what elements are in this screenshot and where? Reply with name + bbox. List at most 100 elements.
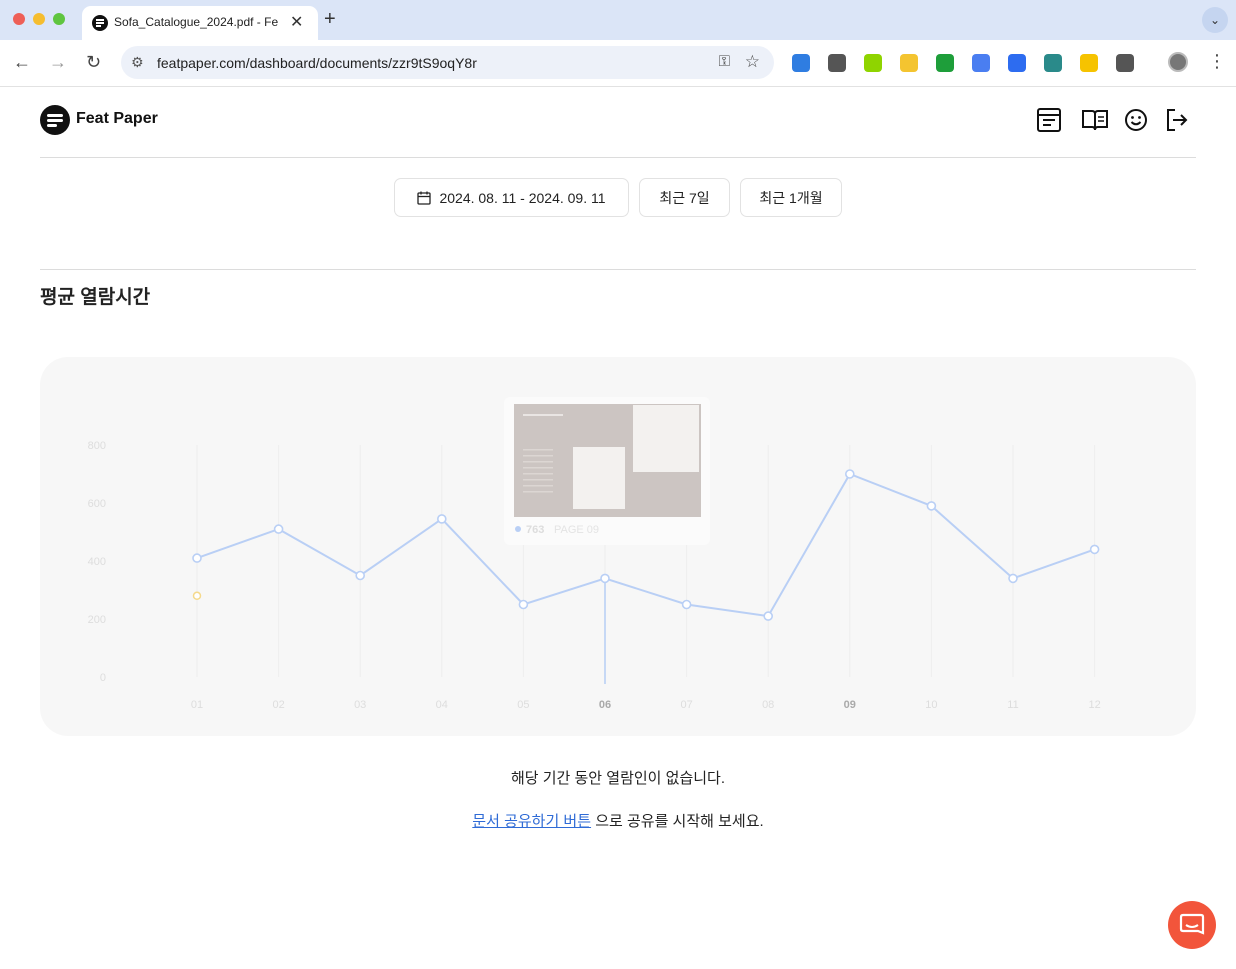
brand-name[interactable]: Feat Paper	[76, 110, 158, 128]
featpaper-logo-icon[interactable]	[40, 105, 70, 135]
thumbnail-text-line	[523, 455, 553, 457]
new-tab-icon[interactable]: +	[324, 8, 336, 31]
thumbnail-text-line	[523, 491, 553, 493]
forward-icon[interactable]: →	[49, 52, 67, 73]
x-tick-label: 01	[191, 699, 203, 711]
url-text: featpaper.com/dashboard/documents/zzr9tS…	[157, 55, 477, 71]
section-divider	[40, 269, 1196, 270]
back-icon[interactable]: ←	[13, 52, 31, 73]
featpaper-favicon-icon	[92, 15, 108, 31]
last-month-label: 최근 1개월	[759, 189, 823, 206]
extension-teal-icon[interactable]	[1044, 54, 1062, 72]
date-range-label: 2024. 08. 11 - 2024. 09. 11	[439, 189, 606, 206]
x-tick-label: 05	[517, 699, 529, 711]
header-divider	[40, 157, 1196, 158]
chat-icon	[1179, 913, 1205, 935]
tooltip-value: 763	[526, 524, 544, 536]
share-document-link[interactable]: 문서 공유하기 버튼	[472, 813, 591, 830]
thumbnail-text-line	[523, 461, 553, 463]
smile-icon[interactable]	[1124, 107, 1148, 133]
book-icon[interactable]	[1081, 107, 1109, 133]
share-prompt: 문서 공유하기 버튼 으로 공유를 시작해 보세요.	[0, 810, 1236, 831]
section-title: 평균 열람시간	[40, 287, 151, 308]
page-tooltip: 763 PAGE 09	[504, 397, 710, 545]
data-point	[355, 570, 366, 581]
browser-toolbar: ← → ↻ ⚙ featpaper.com/dashboard/document…	[0, 40, 1236, 87]
reload-icon[interactable]: ↻	[86, 52, 101, 73]
chat-support-button[interactable]	[1168, 901, 1216, 949]
document-list-icon[interactable]	[1037, 107, 1061, 133]
share-prompt-suffix: 으로 공유를 시작해 보세요.	[591, 813, 764, 830]
x-tick-label: 02	[272, 699, 284, 711]
password-key-icon[interactable]: ⚿	[719, 53, 730, 70]
tab-title: Sofa_Catalogue_2024.pdf - Fe	[114, 15, 279, 29]
y-tick-label: 400	[88, 556, 106, 568]
last-7-days-label: 최근 7일	[659, 189, 710, 206]
secondary-data-point	[192, 591, 202, 601]
data-point	[273, 524, 284, 534]
data-point	[518, 599, 529, 610]
tooltip-label: PAGE 09	[554, 524, 599, 536]
data-point	[844, 469, 855, 479]
browser-tab[interactable]: Sofa_Catalogue_2024.pdf - Fe ✕	[82, 6, 318, 40]
thumbnail-heading	[523, 414, 563, 416]
x-tick-label: 11	[1007, 699, 1018, 711]
thumbnail-text-line	[523, 485, 553, 487]
extension-puzzle-icon[interactable]	[1116, 54, 1134, 72]
thumbnail-text-line	[523, 467, 553, 469]
empty-state-message: 해당 기간 동안 열람인이 없습니다.	[510, 770, 726, 787]
extension-triangle-icon[interactable]	[792, 54, 810, 72]
date-range-button[interactable]: 2024. 08. 11 - 2024. 09. 11	[394, 178, 629, 217]
line-chart: 800 600 400 200 0 01 02 03 04 05 06 07 08 09 10 11 12 763…	[88, 397, 1101, 711]
logout-icon[interactable]	[1165, 107, 1189, 133]
x-tick-label: 06	[599, 699, 611, 711]
x-tick-label: 12	[1088, 699, 1100, 711]
browser-tab-bar: Sofa_Catalogue_2024.pdf - Fe ✕ + ⌄	[0, 0, 1236, 40]
tab-search-icon[interactable]: ⌄	[1202, 7, 1228, 33]
x-tick-label: 08	[762, 699, 774, 711]
site-settings-icon[interactable]: ⚙	[131, 54, 144, 71]
y-tick-label: 0	[100, 672, 106, 684]
data-point	[926, 501, 937, 511]
tab-close-icon[interactable]: ✕	[290, 12, 303, 32]
extension-bulb-icon[interactable]	[1080, 54, 1098, 72]
extension-r-icon[interactable]	[900, 54, 918, 72]
close-window-button[interactable]	[13, 13, 25, 25]
extension-green-icon[interactable]	[864, 54, 882, 72]
y-tick-label: 800	[88, 440, 106, 452]
y-tick-label: 200	[88, 614, 106, 626]
extension-zoom-icon[interactable]	[1008, 54, 1026, 72]
browser-menu-icon[interactable]: ⋮	[1208, 51, 1226, 72]
maximize-window-button[interactable]	[53, 13, 65, 25]
address-bar[interactable]: ⚙ featpaper.com/dashboard/documents/zzr9…	[121, 46, 774, 79]
extension-cloud-icon[interactable]	[828, 54, 846, 72]
thumbnail-text-line	[523, 449, 553, 451]
data-point	[681, 599, 692, 610]
tooltip-dot	[515, 526, 521, 532]
extension-check-icon[interactable]	[936, 54, 954, 72]
data-point	[600, 573, 610, 584]
profile-avatar[interactable]	[1168, 52, 1188, 72]
bookmark-star-icon[interactable]: ☆	[745, 52, 760, 72]
thumbnail-photo-1	[633, 405, 699, 472]
y-tick-label: 600	[88, 498, 106, 510]
minimize-window-button[interactable]	[33, 13, 45, 25]
calendar-icon	[417, 191, 432, 205]
x-tick-label: 03	[354, 699, 366, 711]
data-point	[1089, 544, 1100, 555]
thumbnail-text-line	[523, 473, 553, 475]
x-tick-label: 09	[844, 699, 856, 711]
thumbnail-text-line	[523, 479, 553, 481]
average-view-time-chart: 800 600 400 200 0 01 02 03 04 05 06 07 08 09 10 11 12 763…	[40, 357, 1196, 736]
x-tick-label: 04	[436, 699, 448, 711]
last-7-days-button[interactable]: 최근 7일	[639, 178, 730, 217]
last-month-button[interactable]: 최근 1개월	[740, 178, 842, 217]
x-tick-label: 07	[680, 699, 692, 711]
data-point	[1008, 573, 1018, 584]
thumbnail-photo-2	[573, 447, 625, 509]
data-point	[436, 514, 447, 524]
x-tick-label: 10	[925, 699, 937, 711]
data-point	[192, 553, 202, 563]
data-point	[763, 611, 774, 621]
extension-translate-icon[interactable]	[972, 54, 990, 72]
